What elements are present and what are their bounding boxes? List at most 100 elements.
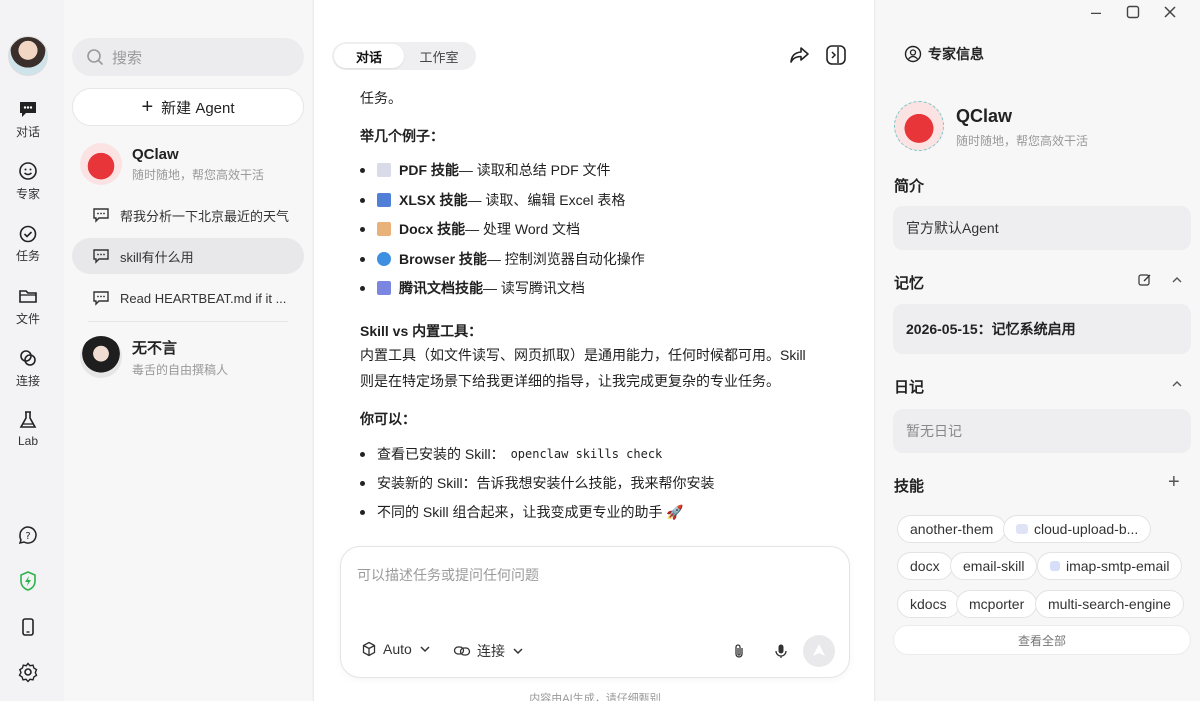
message-heading: Skill vs 内置工具： [360, 323, 483, 339]
skill-chip-label: multi-search-engine [1048, 596, 1171, 612]
chat-item-active[interactable]: skill有什么用 [72, 238, 304, 274]
skill-chip[interactable]: kdocs [897, 590, 960, 618]
view-all-skills-button[interactable]: 查看全部 [893, 625, 1191, 655]
message-composer[interactable]: 可以描述任务或提问任何问题 Auto 连接 [340, 546, 850, 678]
wubuyan-avatar [80, 336, 122, 378]
edit-icon[interactable] [1138, 273, 1152, 287]
globe-icon [377, 252, 391, 266]
connect-selector[interactable]: 连接 [453, 641, 531, 661]
connect-label: 连接 [477, 643, 505, 659]
agent-subtitle: 随时随地，帮您高效干活 [132, 167, 265, 182]
skill-desc: — 读取和总结 PDF 文件 [458, 162, 611, 178]
skill-desc: — 读取、编辑 Excel 表格 [467, 192, 626, 208]
agent-item-qclaw[interactable]: QClaw 随时随地，帮您高效干活 [80, 141, 310, 187]
add-skill-icon[interactable]: + [1168, 472, 1182, 492]
agent-item-wubuyan[interactable]: 无不言 毒舌的自由撰稿人 [80, 334, 310, 380]
message-text: 则是在特定场景下给我更详细的指导，让我完成更复杂的专业任务。 [360, 373, 780, 389]
folder-icon [17, 285, 39, 307]
tab-studio[interactable]: 工作室 [404, 44, 474, 68]
skill-chip[interactable]: multi-search-engine [1035, 590, 1184, 618]
skill-desc: — 处理 Word 文档 [465, 221, 580, 237]
skill-chip-label: cloud-upload-b... [1034, 521, 1139, 537]
new-agent-label: 新建 Agent [161, 99, 235, 117]
skill-chip[interactable]: mcporter [956, 590, 1038, 618]
section-title-diary: 日记 [894, 379, 925, 396]
send-button[interactable] [803, 635, 835, 667]
nav-experts-label: 专家 [15, 187, 40, 201]
section-title-memory: 记忆 [894, 275, 925, 292]
nav-chat[interactable]: 对话 [0, 98, 56, 140]
memo-icon [377, 222, 391, 236]
chat-item[interactable]: 帮我分析一下北京最近的天气 [72, 197, 304, 233]
expert-name: QClaw [956, 106, 1013, 126]
chat-item-title: Read HEARTBEAT.md if it ... [120, 290, 287, 306]
skill-chip[interactable]: another-them [897, 515, 1007, 543]
skill-chip[interactable]: docx [897, 552, 953, 580]
chat-item-icon [93, 249, 109, 264]
cube-icon [362, 641, 376, 657]
search-input[interactable]: 搜索 [72, 38, 304, 76]
action-bullet: 查看已安装的 Skill： openclaw skills check [360, 444, 662, 464]
skill-name: 腾讯文档技能 [399, 280, 483, 296]
nav-tasks-label: 任务 [15, 249, 40, 263]
nav-lab[interactable]: Lab [0, 409, 56, 448]
skill-bullet: Docx 技能 — 处理 Word 文档 [360, 219, 580, 239]
nav-tasks[interactable]: 任务 [0, 222, 56, 264]
phone-icon[interactable] [17, 616, 39, 638]
help-icon[interactable]: ? [17, 524, 39, 546]
skill-chip[interactable]: email-skill [950, 552, 1038, 580]
bullet-dot [360, 256, 365, 262]
nav-connect[interactable]: 连接 [0, 347, 56, 389]
link-icon [17, 347, 39, 369]
toggle-panel-icon[interactable] [825, 44, 847, 66]
tab-chat[interactable]: 对话 [334, 44, 404, 68]
chevron-down-icon [420, 646, 430, 653]
skill-desc: — 控制浏览器自动化操作 [486, 251, 645, 267]
microphone-icon[interactable] [773, 643, 789, 659]
new-agent-button[interactable]: + 新建 Agent [72, 88, 304, 126]
bullet-dot [360, 480, 365, 486]
model-selector[interactable]: Auto [361, 641, 438, 657]
action-bullet: 安装新的 Skill：告诉我想安装什么技能，我来帮你安装 [360, 473, 715, 493]
chat-main: 对话 工作室 任务。 举几个例子： PDF 技能 — 读取和总结 PDF 文件 … [313, 0, 875, 701]
section-title-intro: 简介 [894, 178, 925, 195]
skill-name: XLSX 技能 [399, 192, 468, 208]
skill-chip-label: another-them [910, 521, 994, 537]
action-text: 查看已安装的 Skill： [377, 446, 505, 462]
user-avatar[interactable] [8, 36, 48, 76]
inline-code: openclaw skills check [510, 447, 663, 461]
skill-chip[interactable]: imap-smtp-email [1037, 552, 1183, 580]
bullet-dot [360, 509, 365, 515]
divider [88, 321, 288, 322]
maximize-icon[interactable] [1123, 2, 1143, 22]
nav-chat-label: 对话 [15, 125, 40, 139]
chevron-up-icon[interactable] [1170, 273, 1184, 287]
chevron-up-icon[interactable] [1170, 377, 1184, 391]
chat-item-icon [93, 208, 109, 223]
nav-lab-label: Lab [17, 434, 39, 448]
chat-item-title: 帮我分析一下北京最近的天气 [120, 208, 290, 224]
panel-title: 专家信息 [904, 44, 984, 64]
share-icon[interactable] [788, 44, 810, 66]
minimize-icon[interactable]: – [1086, 2, 1106, 22]
close-icon[interactable] [1160, 2, 1180, 22]
send-arrow-icon [813, 644, 825, 656]
chat-bubble-icon [17, 98, 39, 120]
message-heading: 你可以： [360, 411, 416, 427]
calendar-icon [377, 281, 391, 295]
settings-icon[interactable] [17, 661, 39, 683]
skill-chip[interactable]: cloud-upload-b... [1003, 515, 1152, 543]
nav-files[interactable]: 文件 [0, 285, 56, 327]
expert-info-panel: – 专家信息 QClaw 随时随地，帮您高效干活 简介 官方默认Agent 记忆… [876, 0, 1200, 701]
chat-item[interactable]: Read HEARTBEAT.md if it ... [72, 280, 304, 316]
nav-experts[interactable]: 专家 [0, 160, 56, 202]
action-bullet: 不同的 Skill 组合起来，让我变成更专业的助手 🚀 [360, 502, 684, 522]
bullet-dot [360, 451, 365, 457]
skill-chip-label: email-skill [963, 558, 1025, 574]
skill-desc: — 读写腾讯文档 [483, 280, 585, 296]
svg-text:?: ? [25, 531, 30, 542]
attachment-icon[interactable] [731, 643, 747, 659]
chat-item-title: skill有什么用 [120, 249, 194, 265]
profile-icon [904, 45, 922, 63]
shield-bolt-icon[interactable] [17, 570, 39, 592]
